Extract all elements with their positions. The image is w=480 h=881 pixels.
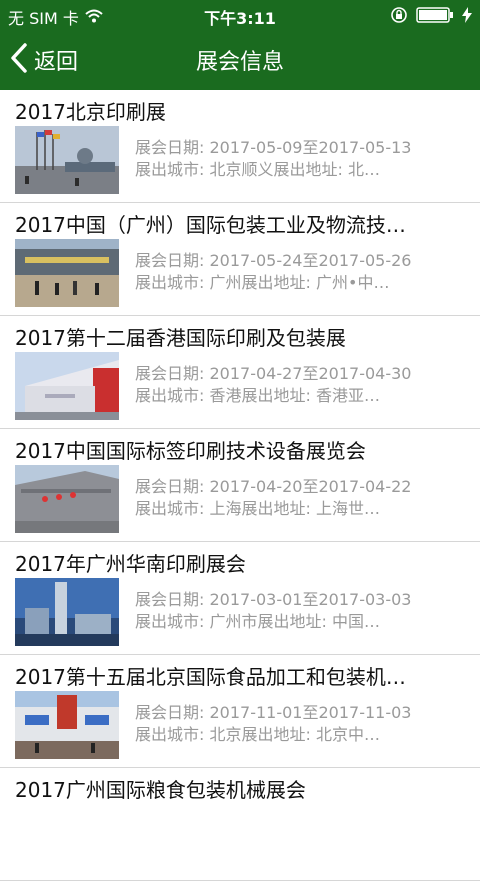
end-date: 2017-04-22	[318, 477, 412, 496]
address-prefix: 展出地址:	[241, 725, 311, 744]
end-date: 2017-05-13	[318, 138, 412, 157]
back-label: 返回	[34, 50, 79, 75]
exhibition-dates: 展会日期: 2017-04-27至2017-04-30	[135, 360, 455, 384]
item-title: 2017第十五届北京国际食品加工和包装机…	[15, 665, 406, 689]
city-value: 香港	[209, 386, 242, 405]
city-prefix: 展出城市:	[135, 725, 205, 744]
exhibition-location: 展出城市: 香港展出地址: 香港亚…	[135, 382, 455, 406]
list-item[interactable]: 2017第十五届北京国际食品加工和包装机… 展会日期: 2017-11-01至2…	[0, 655, 480, 768]
address-prefix: 展出地址:	[241, 386, 311, 405]
item-title: 2017广州国际粮食包装机械展会	[15, 778, 306, 802]
city-prefix: 展出城市:	[135, 386, 205, 405]
list-item[interactable]: 2017广州国际粮食包装机械展会	[0, 768, 480, 881]
city-value: 北京顺义	[209, 160, 274, 179]
address-value: 广州•中…	[316, 273, 390, 292]
city-value: 北京	[209, 725, 242, 744]
battery-icon	[416, 7, 454, 27]
list-item[interactable]: 2017中国国际标签印刷技术设备展览会 展会日期: 2017-04-20至201…	[0, 429, 480, 542]
charging-icon	[462, 7, 472, 27]
exhibition-location: 展出城市: 北京顺义展出地址: 北…	[135, 156, 455, 180]
start-date: 2017-04-27	[209, 364, 303, 383]
date-prefix: 展会日期:	[135, 477, 205, 496]
date-separator: 至	[302, 590, 319, 609]
city-value: 广州	[209, 273, 242, 292]
list-item[interactable]: 2017第十二届香港国际印刷及包装展 展会日期: 2017-04-27至2017…	[0, 316, 480, 429]
end-date: 2017-05-26	[318, 251, 412, 270]
date-prefix: 展会日期:	[135, 251, 205, 270]
date-prefix: 展会日期:	[135, 364, 205, 383]
city-prefix: 展出城市:	[135, 273, 205, 292]
exhibition-photo	[15, 691, 119, 759]
address-value: 香港亚…	[316, 386, 381, 405]
address-value: 上海世…	[316, 499, 381, 518]
city-value: 上海	[209, 499, 242, 518]
address-prefix: 展出地址:	[273, 160, 343, 179]
address-prefix: 展出地址:	[241, 499, 311, 518]
address-prefix: 展出地址:	[257, 612, 327, 631]
start-date: 2017-11-01	[209, 703, 303, 722]
item-title: 2017北京印刷展	[15, 100, 166, 124]
city-prefix: 展出城市:	[135, 499, 205, 518]
date-separator: 至	[302, 364, 319, 383]
exhibition-list: 2017北京印刷展 展会日期: 2017-05-09至2017-05-13 展出…	[0, 90, 480, 881]
date-prefix: 展会日期:	[135, 138, 205, 157]
start-date: 2017-05-24	[209, 251, 303, 270]
address-value: 北京中…	[316, 725, 381, 744]
list-item[interactable]: 2017年广州华南印刷展会 展会日期: 2017-03-01至2017-03-0…	[0, 542, 480, 655]
date-prefix: 展会日期:	[135, 703, 205, 722]
date-separator: 至	[302, 138, 319, 157]
address-value: 中国…	[332, 612, 381, 631]
exhibition-location: 展出城市: 上海展出地址: 上海世…	[135, 495, 455, 519]
item-title: 2017中国（广州）国际包装工业及物流技…	[15, 213, 406, 237]
end-date: 2017-03-03	[318, 590, 412, 609]
city-prefix: 展出城市:	[135, 160, 205, 179]
status-right	[390, 6, 472, 28]
city-prefix: 展出城市:	[135, 612, 205, 631]
start-date: 2017-05-09	[209, 138, 303, 157]
item-title: 2017年广州华南印刷展会	[15, 552, 246, 576]
orientation-lock-icon	[390, 6, 408, 28]
address-value: 北…	[348, 160, 381, 179]
start-date: 2017-03-01	[209, 590, 303, 609]
exhibition-dates: 展会日期: 2017-05-09至2017-05-13	[135, 134, 455, 158]
date-separator: 至	[302, 251, 319, 270]
list-item[interactable]: 2017北京印刷展 展会日期: 2017-05-09至2017-05-13 展出…	[0, 90, 480, 203]
exhibition-location: 展出城市: 北京展出地址: 北京中…	[135, 721, 455, 745]
exhibition-dates: 展会日期: 2017-04-20至2017-04-22	[135, 473, 455, 497]
exhibition-photo	[15, 352, 119, 420]
exhibition-location: 展出城市: 广州市展出地址: 中国…	[135, 608, 455, 632]
date-separator: 至	[302, 703, 319, 722]
back-button[interactable]: 返回	[10, 42, 78, 78]
exhibition-photo	[15, 578, 119, 646]
status-bar: 无 SIM 卡 下午3:11	[0, 0, 480, 30]
navigation-bar: 返回 展会信息	[0, 30, 480, 90]
exhibition-location: 展出城市: 广州展出地址: 广州•中…	[135, 269, 455, 293]
chevron-left-icon	[10, 43, 28, 77]
start-date: 2017-04-20	[209, 477, 303, 496]
date-separator: 至	[302, 477, 319, 496]
exhibition-dates: 展会日期: 2017-05-24至2017-05-26	[135, 247, 455, 271]
end-date: 2017-11-03	[318, 703, 412, 722]
list-item[interactable]: 2017中国（广州）国际包装工业及物流技… 展会日期: 2017-05-24至2…	[0, 203, 480, 316]
exhibition-photo	[15, 126, 119, 194]
item-title: 2017中国国际标签印刷技术设备展览会	[15, 439, 366, 463]
address-prefix: 展出地址:	[241, 273, 311, 292]
exhibition-photo	[15, 239, 119, 307]
exhibition-photo	[15, 465, 119, 533]
end-date: 2017-04-30	[318, 364, 412, 383]
item-title: 2017第十二届香港国际印刷及包装展	[15, 326, 346, 350]
exhibition-dates: 展会日期: 2017-03-01至2017-03-03	[135, 586, 455, 610]
city-value: 广州市	[209, 612, 258, 631]
date-prefix: 展会日期:	[135, 590, 205, 609]
exhibition-dates: 展会日期: 2017-11-01至2017-11-03	[135, 699, 455, 723]
